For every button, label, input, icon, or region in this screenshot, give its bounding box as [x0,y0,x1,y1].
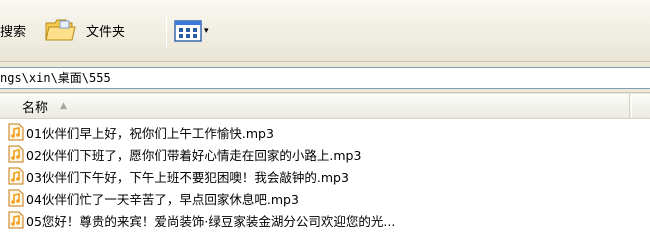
folders-label: 文件夹 [86,24,126,40]
mp3-file-icon [8,123,24,141]
list-item[interactable]: 01伙伴们早上好，祝你们上午工作愉快.mp3 [0,121,650,143]
file-name: 05您好！尊贵的来宾！爱尚装饰·绿豆家装金湖分公司欢迎您的光... [26,213,396,229]
toolbar: 搜索 文件夹 ▾ [0,0,650,62]
column-header-row: 名称 ▲ [0,94,650,119]
mp3-file-icon [8,167,24,185]
chevron-down-icon: ▾ [204,26,209,36]
column-header-filler [631,94,650,118]
mp3-file-icon [8,145,24,163]
sort-ascending-icon: ▲ [60,101,67,111]
address-input[interactable]: ngs\xin\桌面\555 [0,67,650,89]
views-button[interactable]: ▾ [174,18,220,44]
list-item[interactable]: 02伙伴们下班了，愿你们带着好心情走在回家的小路上.mp3 [0,143,650,165]
search-button[interactable]: 搜索 [0,21,26,40]
mp3-file-icon [8,211,24,229]
file-name: 02伙伴们下班了，愿你们带着好心情走在回家的小路上.mp3 [26,147,362,163]
column-header-name-label: 名称 [22,100,49,116]
folders-button[interactable]: 文件夹 [38,12,158,48]
address-bar: ngs\xin\桌面\555 [0,63,650,93]
file-list: 名称 ▲ 01伙伴们早上好，祝你们上午工作愉快.mp3 02伙伴们下班了，愿你们带… [0,94,650,246]
column-header-name[interactable]: 名称 ▲ [0,94,630,118]
file-name: 03伙伴们下午好，下午上班不要犯困噢！我会敲钟的.mp3 [26,169,349,185]
mp3-file-icon [8,189,24,207]
file-name: 04伙伴们忙了一天辛苦了，早点回家休息吧.mp3 [26,191,299,207]
toolbar-separator [166,14,167,48]
list-item[interactable]: 03伙伴们下午好，下午上班不要犯困噢！我会敲钟的.mp3 [0,165,650,187]
folder-icon [45,19,76,41]
file-name: 01伙伴们早上好，祝你们上午工作愉快.mp3 [26,125,274,141]
file-rows: 01伙伴们早上好，祝你们上午工作愉快.mp3 02伙伴们下班了，愿你们带着好心情走… [0,121,650,231]
views-icon [174,20,202,42]
list-item[interactable]: 05您好！尊贵的来宾！爱尚装饰·绿豆家装金湖分公司欢迎您的光... [0,209,650,231]
list-item[interactable]: 04伙伴们忙了一天辛苦了，早点回家休息吧.mp3 [0,187,650,209]
